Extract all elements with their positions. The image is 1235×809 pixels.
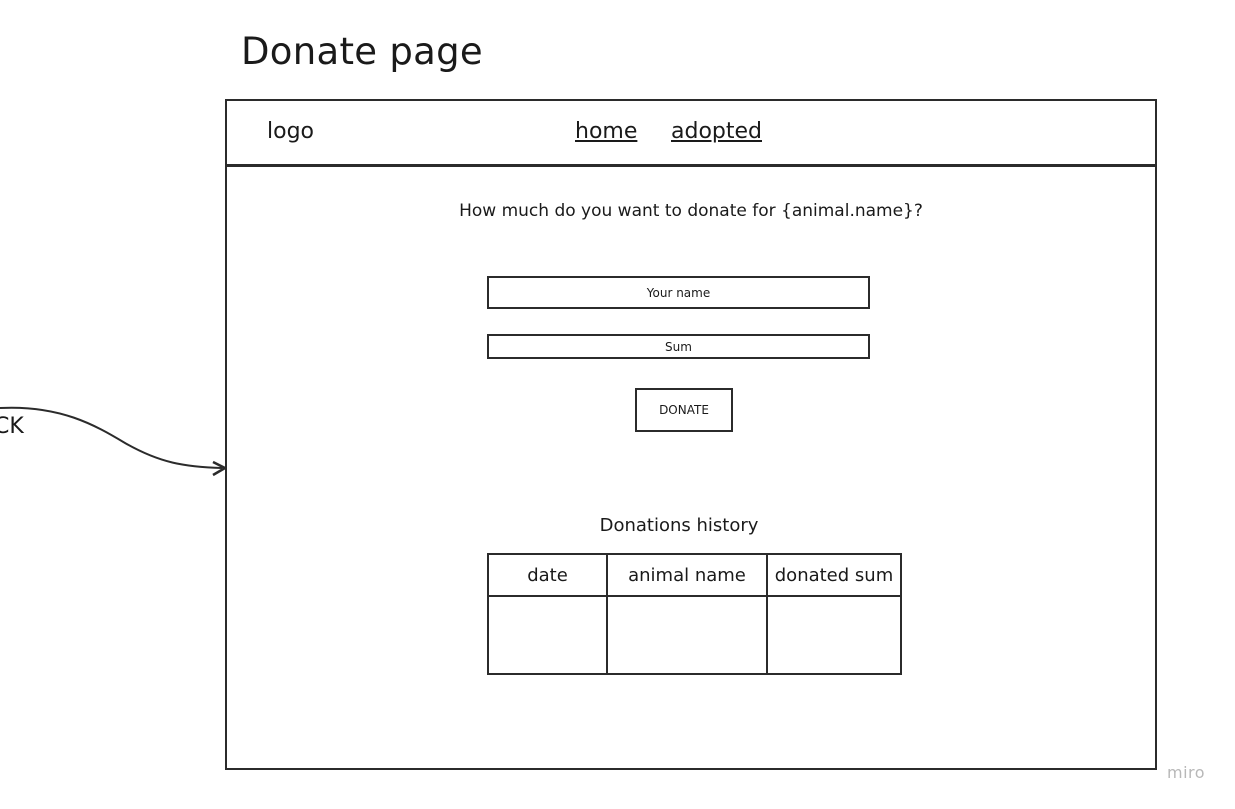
column-header-date: date (487, 553, 608, 597)
table-cell-donated-sum (766, 595, 902, 675)
logo: logo (267, 119, 314, 144)
frame-title: Donate page (241, 30, 483, 73)
column-header-donated-sum: donated sum (766, 553, 902, 597)
name-input[interactable] (487, 276, 870, 309)
sum-input[interactable] (487, 334, 870, 359)
donations-history-table: date animal name donated sum (487, 553, 902, 675)
donate-page-frame: logo home adopted How much do you want t… (225, 99, 1157, 770)
donate-button[interactable]: DONATE (635, 388, 733, 432)
donation-question: How much do you want to donate for {anim… (459, 201, 923, 221)
flow-arrow (0, 406, 227, 477)
navbar: logo home adopted (227, 101, 1155, 167)
table-cell-animal-name (606, 595, 768, 675)
nav-link-adopted[interactable]: adopted (671, 119, 762, 144)
column-header-animal-name: animal name (606, 553, 768, 597)
nav-link-home[interactable]: home (575, 119, 637, 144)
table-header-row: date animal name donated sum (487, 553, 902, 597)
table-cell-date (487, 595, 608, 675)
whiteboard-canvas: Donate page CK logo home adopted How muc… (0, 0, 1235, 809)
miro-watermark: miro (1167, 763, 1206, 782)
donations-history-title: Donations history (599, 515, 759, 536)
table-row (487, 595, 902, 675)
flow-arrow-line (0, 406, 223, 469)
